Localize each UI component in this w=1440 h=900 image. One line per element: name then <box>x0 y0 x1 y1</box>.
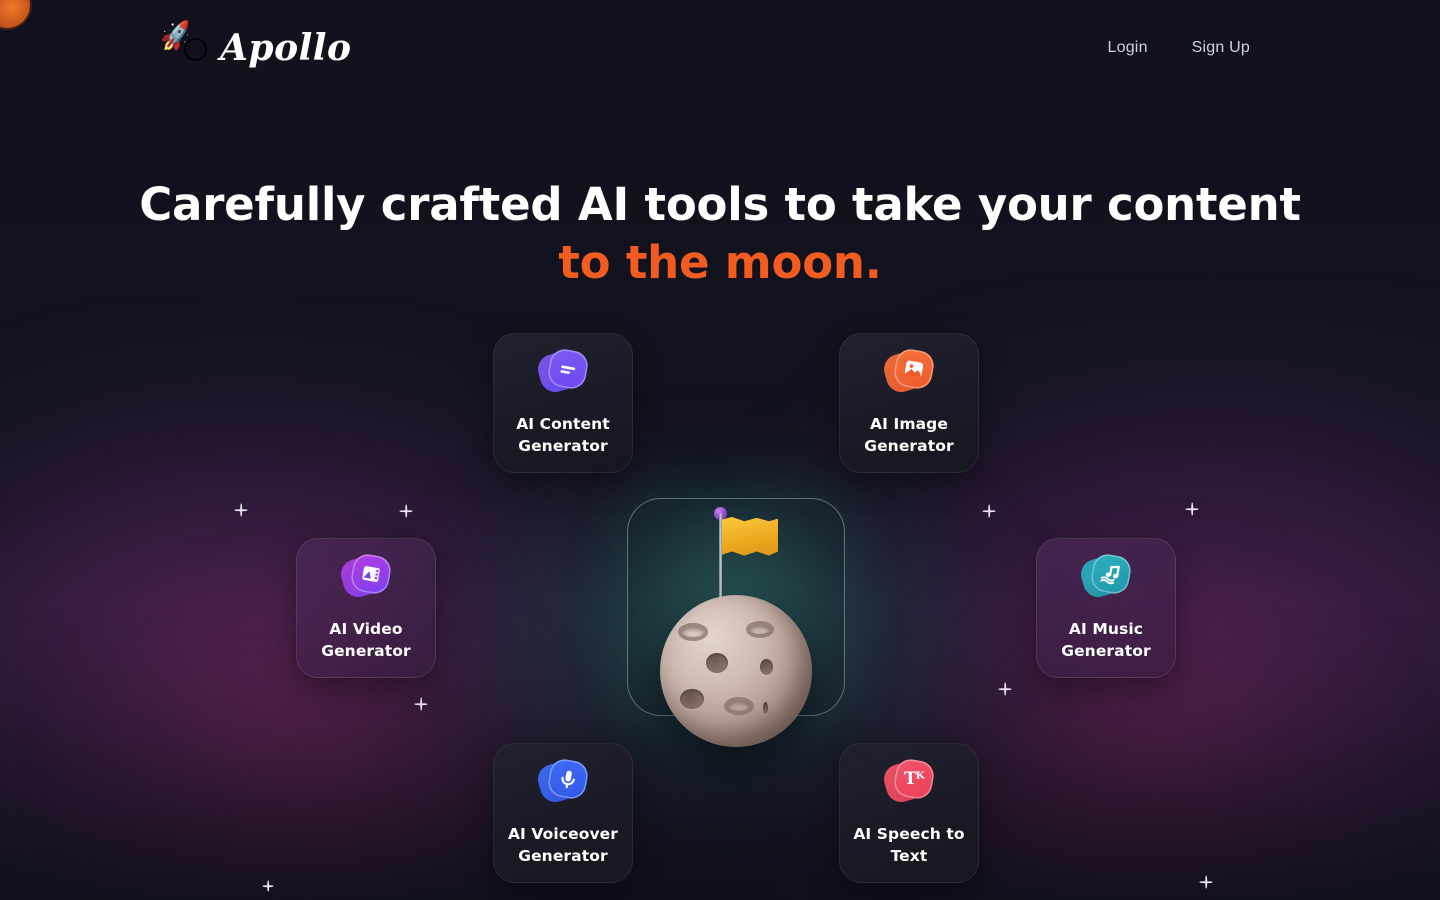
picture-icon <box>880 346 937 397</box>
brand-logo[interactable]: 🚀 🌕 Apollo <box>158 20 352 70</box>
hero-section: Carefully crafted AI tools to take your … <box>0 176 1440 292</box>
sparkle-icon <box>1200 876 1213 889</box>
tool-card-label: AI Voiceover Generator <box>502 823 624 867</box>
signup-link[interactable]: Sign Up <box>1192 39 1250 57</box>
sparkle-icon <box>999 683 1012 696</box>
tool-card-label: AI Video Generator <box>315 618 417 662</box>
flag-cloth-icon <box>722 517 778 556</box>
tool-label-line1: AI Voiceover <box>507 825 619 843</box>
text-transcribe-icon: Tᴷ <box>880 756 937 807</box>
brand-name: Apollo <box>220 27 352 69</box>
document-lines-icon <box>534 346 591 397</box>
main-nav: Login Sign Up <box>1108 39 1250 57</box>
tool-card-ai-image-generator[interactable]: AI Image Generator <box>839 333 979 473</box>
tool-label-line1: AI Video <box>329 620 403 638</box>
tool-label-line2: Generator <box>321 642 411 660</box>
music-notes-icon <box>1077 551 1134 602</box>
microphone-icon <box>534 756 591 807</box>
sparkle-icon <box>415 698 428 711</box>
sparkle-icon <box>1186 503 1199 516</box>
moon-with-flag-illustration[interactable] <box>627 498 845 747</box>
sparkle-icon <box>400 505 413 518</box>
sparkle-icon <box>263 881 274 892</box>
page-root: 🚀 🌕 Apollo Login Sign Up Carefully craft… <box>0 0 1440 900</box>
tool-label-line2: Text <box>890 847 928 865</box>
tool-label-line2: Generator <box>864 437 954 455</box>
tool-card-ai-voiceover-generator[interactable]: AI Voiceover Generator <box>493 743 633 883</box>
moon-graphic <box>628 499 844 747</box>
moon-icon: 🌕 <box>182 36 210 66</box>
tool-card-label: AI Speech to Text <box>847 823 970 867</box>
tool-label-line1: AI Music <box>1068 620 1144 638</box>
sparkle-icon <box>235 504 248 517</box>
tool-card-ai-content-generator[interactable]: AI Content Generator <box>493 333 633 473</box>
tool-card-label: AI Content Generator <box>510 413 616 457</box>
sparkle-icon <box>983 505 996 518</box>
tool-label-line2: Generator <box>1061 642 1151 660</box>
tool-label-line2: Generator <box>518 847 608 865</box>
tool-label-line1: AI Content <box>516 415 610 433</box>
login-link[interactable]: Login <box>1108 39 1148 57</box>
moon-body-icon <box>660 595 812 747</box>
tool-card-ai-speech-to-text[interactable]: Tᴷ AI Speech to Text <box>839 743 979 883</box>
tool-label-line2: Generator <box>518 437 608 455</box>
hero-line-2: to the moon. <box>558 236 882 289</box>
tool-card-label: AI Image Generator <box>858 413 960 457</box>
site-header: 🚀 🌕 Apollo Login Sign Up <box>0 0 1440 96</box>
tool-label-line1: AI Speech to <box>853 825 965 843</box>
tool-card-ai-music-generator[interactable]: AI Music Generator <box>1036 538 1176 678</box>
page-title: Carefully crafted AI tools to take your … <box>0 176 1440 292</box>
brand-mark: 🚀 🌕 <box>158 20 222 70</box>
tool-label-line1: AI Image <box>870 415 948 433</box>
tool-card-label: AI Music Generator <box>1055 618 1157 662</box>
tool-card-ai-video-generator[interactable]: AI Video Generator <box>296 538 436 678</box>
hero-line-1: Carefully crafted AI tools to take your … <box>139 178 1301 231</box>
video-clapper-icon <box>337 551 394 602</box>
